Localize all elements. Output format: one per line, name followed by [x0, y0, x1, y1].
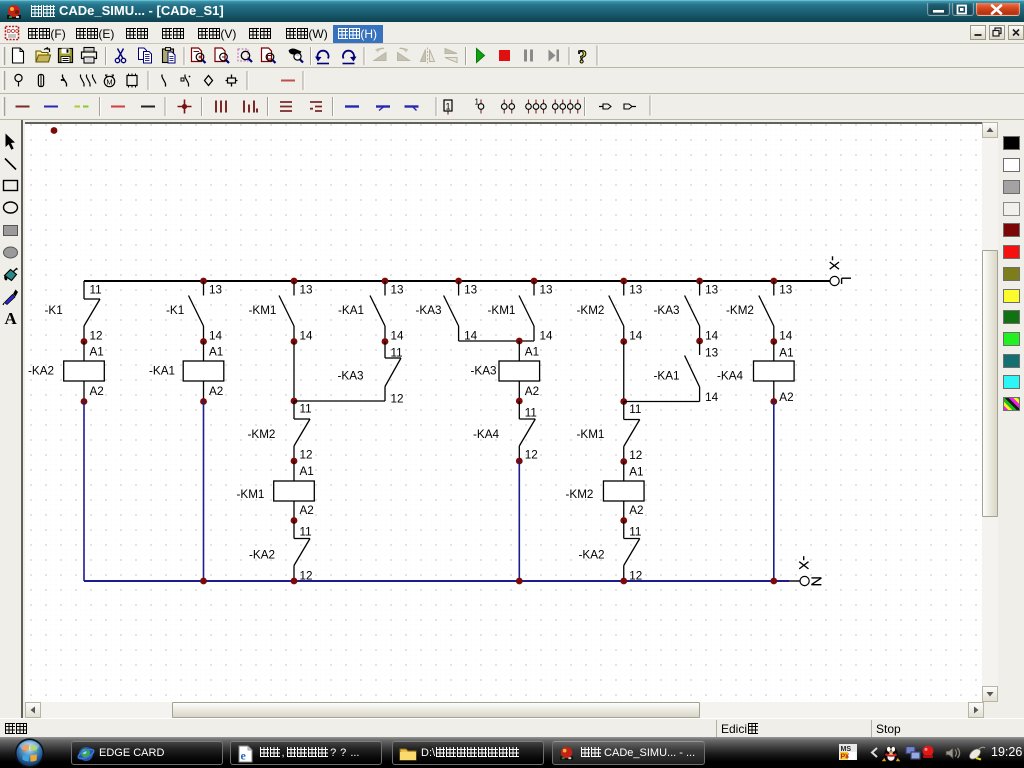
svg-text:13: 13: [391, 284, 404, 297]
svg-text:-KA1: -KA1: [149, 365, 175, 378]
svg-text:-KM1: -KM1: [577, 428, 605, 441]
svg-text:-KM2: -KM2: [577, 304, 605, 317]
svg-text:14: 14: [300, 330, 314, 343]
svg-text:13: 13: [705, 347, 718, 360]
svg-text:11: 11: [300, 526, 312, 539]
svg-text:P¥: P¥: [841, 754, 850, 761]
svg-text:11: 11: [525, 407, 537, 420]
svg-text:12: 12: [525, 449, 538, 462]
svg-text:14: 14: [540, 330, 554, 343]
svg-text:-KA3: -KA3: [416, 304, 442, 317]
svg-text:A2: A2: [209, 385, 223, 398]
svg-text:-KM1: -KM1: [237, 488, 265, 501]
svg-text:-KA4: -KA4: [473, 428, 499, 441]
svg-text:14: 14: [209, 330, 223, 343]
svg-text:-KM2: -KM2: [566, 488, 594, 501]
svg-text:A1: A1: [209, 346, 223, 359]
svg-text:-KA3: -KA3: [654, 304, 680, 317]
svg-text:MS: MS: [841, 746, 852, 753]
svg-text:A1: A1: [779, 347, 793, 360]
svg-text:14: 14: [705, 391, 719, 404]
svg-text:-K1: -K1: [166, 304, 184, 317]
svg-text:-KA2: -KA2: [249, 549, 275, 562]
svg-text:13: 13: [464, 284, 477, 297]
svg-text:A2: A2: [629, 504, 643, 517]
svg-text:A1: A1: [90, 346, 104, 359]
svg-text:A1: A1: [629, 466, 643, 479]
svg-text:A1: A1: [300, 465, 314, 478]
svg-text:-KA2: -KA2: [28, 365, 54, 378]
svg-text:13: 13: [209, 284, 222, 297]
svg-text:-K1: -K1: [45, 304, 63, 317]
svg-text:12: 12: [629, 570, 642, 583]
svg-text:-KA1: -KA1: [654, 370, 680, 383]
svg-text:13: 13: [705, 284, 718, 297]
svg-text:-KM1: -KM1: [249, 304, 277, 317]
svg-text:14: 14: [779, 330, 793, 343]
svg-text:A2: A2: [90, 385, 104, 398]
svg-text:12: 12: [391, 393, 404, 406]
svg-text:12: 12: [90, 330, 103, 343]
svg-text:11: 11: [300, 403, 312, 416]
svg-text:A2: A2: [525, 385, 539, 398]
svg-text:-KA4: -KA4: [717, 370, 743, 383]
svg-text:14: 14: [391, 330, 405, 343]
svg-text:-KA2: -KA2: [579, 549, 605, 562]
svg-text:14: 14: [705, 330, 719, 343]
svg-text:13: 13: [629, 284, 642, 297]
svg-text:11: 11: [90, 284, 102, 297]
svg-text:12: 12: [300, 570, 313, 583]
svg-text:-KM2: -KM2: [248, 428, 276, 441]
svg-text:-KM1: -KM1: [488, 304, 516, 317]
svg-text:13: 13: [540, 284, 553, 297]
svg-text:14: 14: [629, 330, 643, 343]
svg-text:13: 13: [300, 284, 313, 297]
svg-text:-KA3: -KA3: [471, 365, 497, 378]
svg-text:A1: A1: [525, 346, 539, 359]
svg-text:-KA1: -KA1: [338, 304, 364, 317]
svg-text:A2: A2: [779, 391, 793, 404]
svg-text:11: 11: [629, 403, 641, 416]
svg-text:12: 12: [629, 449, 642, 462]
svg-text:-KM2: -KM2: [726, 304, 754, 317]
svg-text:A2: A2: [300, 504, 314, 517]
svg-text:11: 11: [629, 526, 641, 539]
svg-text:13: 13: [779, 284, 792, 297]
svg-text:12: 12: [300, 449, 313, 462]
svg-text:-KA3: -KA3: [338, 370, 364, 383]
svg-text:e: e: [241, 748, 247, 762]
